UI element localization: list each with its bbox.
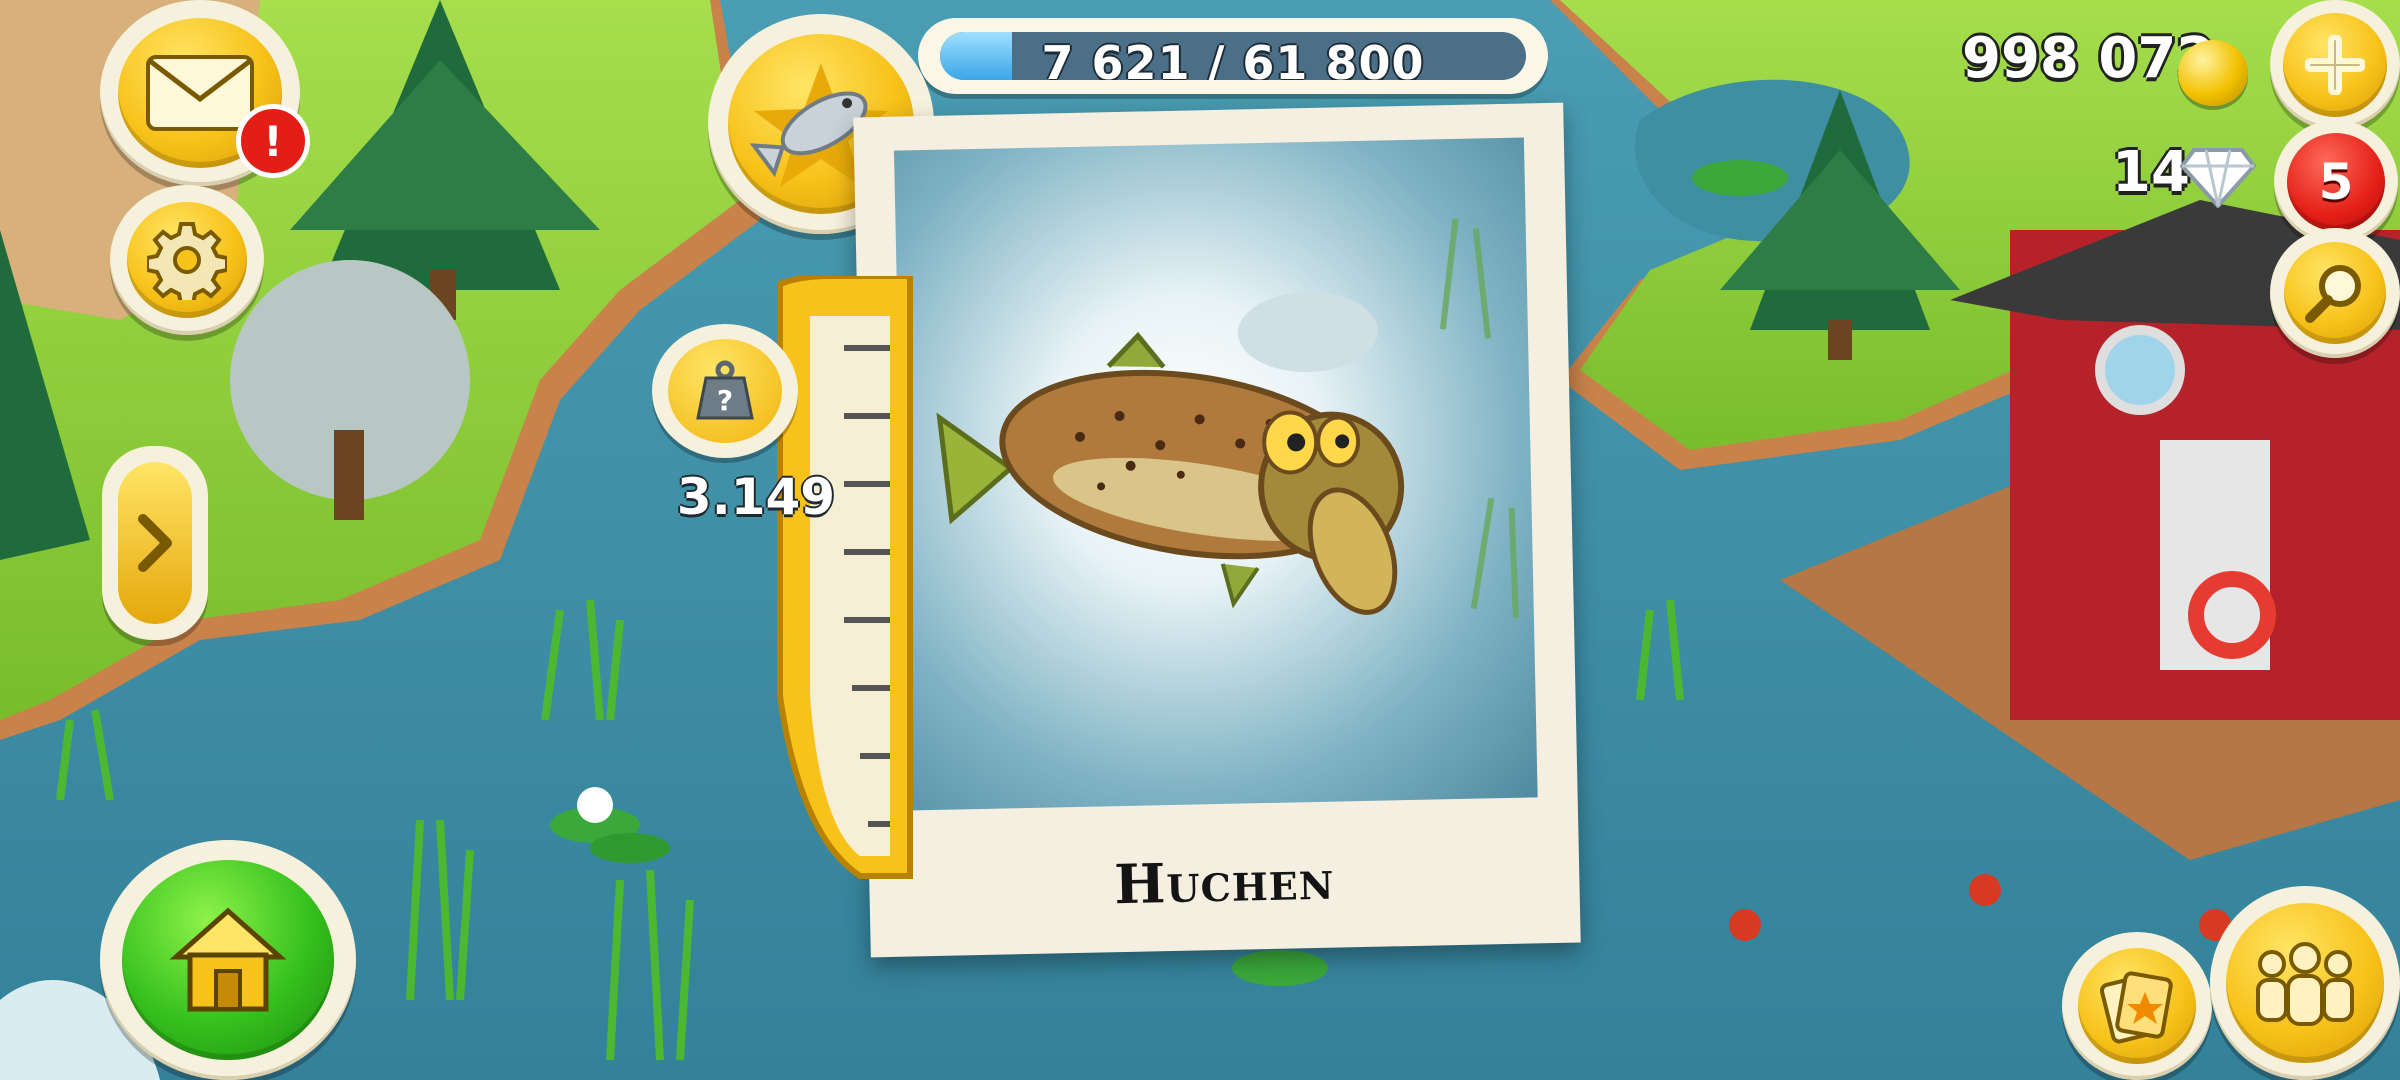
expand-side-menu-button[interactable]	[102, 446, 208, 640]
experience-bar: 7 621 / 61 800	[918, 18, 1548, 94]
settings-button[interactable]	[110, 185, 264, 335]
diamond-count: 14	[2112, 140, 2190, 205]
mail-alert-badge: !	[236, 104, 310, 178]
envelope-icon	[146, 55, 254, 131]
cards-button[interactable]	[2062, 932, 2212, 1080]
add-currency-button[interactable]	[2270, 0, 2400, 130]
experience-text: 7 621 / 61 800	[1041, 36, 1425, 80]
chevron-right-icon	[138, 514, 172, 572]
card-icon	[2099, 971, 2173, 1044]
weight-icon: ?	[696, 360, 754, 420]
friends-button[interactable]	[2210, 886, 2400, 1080]
weight-marker: ?	[652, 324, 798, 458]
magnifier-icon	[2305, 265, 2361, 323]
diamond-icon	[2180, 148, 2256, 208]
notifications-button[interactable]: 5	[2274, 120, 2398, 244]
fish-name: Huchen	[1113, 847, 1336, 917]
coin-count: 998 072	[1962, 26, 2216, 91]
fish-photo	[893, 137, 1538, 811]
search-button[interactable]	[2270, 228, 2400, 358]
svg-text:?: ?	[717, 384, 733, 417]
home-button[interactable]	[100, 840, 356, 1080]
house-icon	[169, 907, 287, 1012]
gear-icon	[147, 222, 227, 300]
exclamation-icon: !	[263, 116, 283, 166]
people-icon	[2256, 942, 2354, 1026]
plus-icon	[2305, 35, 2365, 95]
experience-track: 7 621 / 61 800	[940, 32, 1526, 80]
fish-illustration	[936, 218, 1519, 618]
coin-icon	[2178, 40, 2248, 106]
fish-weight: 3.149	[676, 468, 836, 526]
notification-count: 5	[2318, 153, 2354, 211]
fish-card: Huchen	[853, 102, 1581, 958]
